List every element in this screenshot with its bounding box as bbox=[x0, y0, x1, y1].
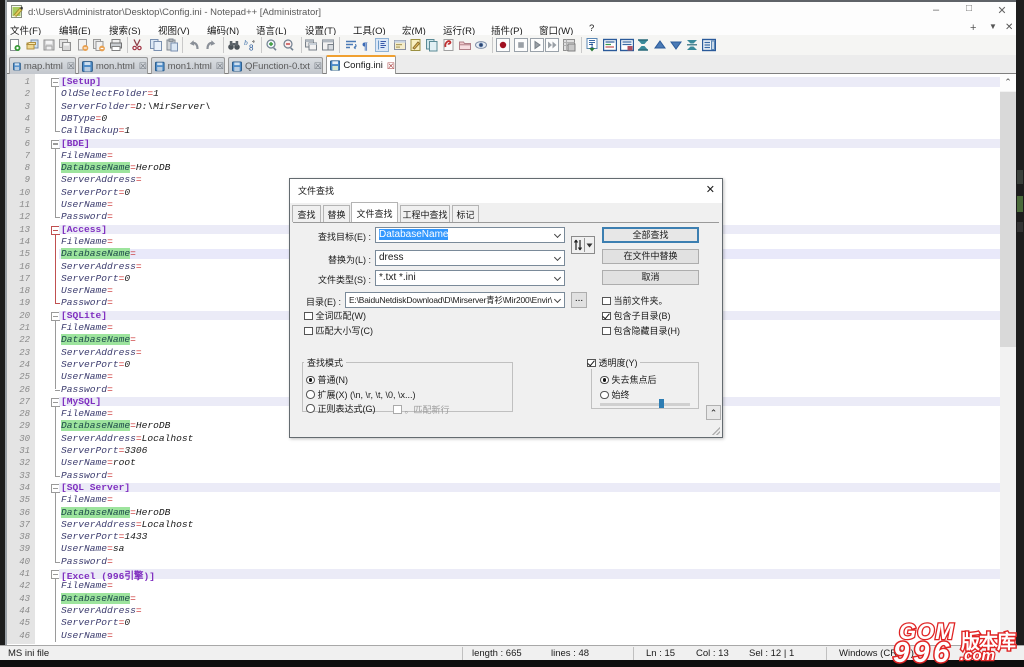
svg-text:¶: ¶ bbox=[362, 41, 368, 53]
svg-text:b: b bbox=[244, 38, 248, 47]
svg-text:.com: .com bbox=[960, 647, 995, 664]
svg-text:996: 996 bbox=[893, 637, 953, 667]
svg-text:8: 8 bbox=[249, 44, 254, 53]
